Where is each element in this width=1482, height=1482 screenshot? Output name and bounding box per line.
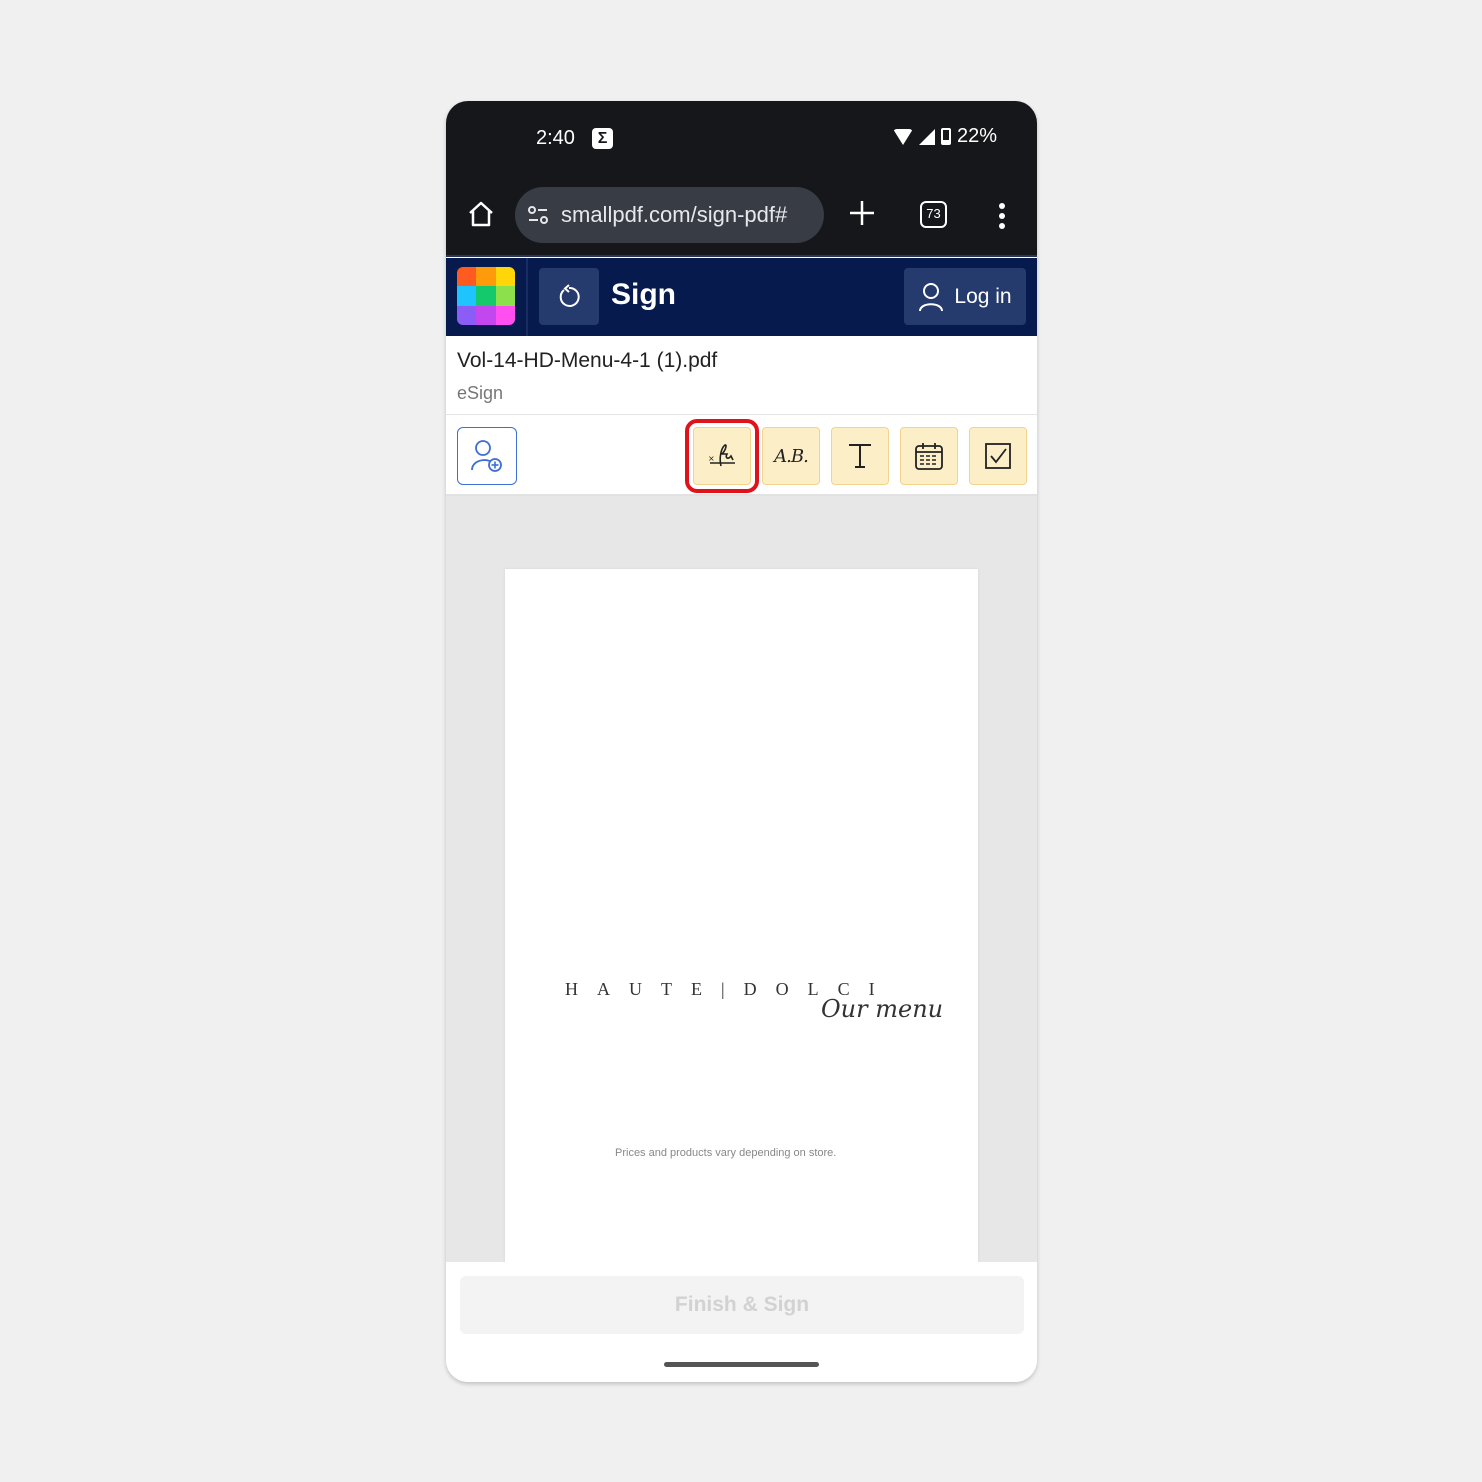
browser-toolbar: smallpdf.com/sign-pdf# 73	[446, 177, 1037, 257]
document-fineprint: Prices and products vary depending on st…	[615, 1147, 837, 1159]
wifi-icon	[892, 128, 913, 145]
bottom-bar: Finish & Sign	[446, 1262, 1037, 1382]
calendar-icon	[915, 443, 943, 470]
file-name: Vol-14-HD-Menu-4-1 (1).pdf	[457, 349, 718, 372]
initials-tool-button[interactable]: A.B.	[762, 427, 820, 485]
header-divider	[526, 258, 528, 336]
battery-percent: 22%	[956, 125, 997, 147]
signature-icon: ×	[708, 444, 735, 467]
file-subtitle: eSign	[457, 383, 504, 403]
logo-cell	[476, 305, 496, 325]
file-info: Vol-14-HD-Menu-4-1 (1).pdf eSign	[446, 336, 1037, 415]
signature-tool-button[interactable]: ×	[685, 419, 759, 493]
document-viewer[interactable]: HAUTE|DOLCI Our menu Prices and products…	[446, 496, 1037, 1269]
checkbox-tool-button[interactable]	[969, 427, 1027, 485]
status-time: 2:40	[536, 127, 575, 149]
phone-screen: 2:40 Σ 22% smallpdf.com/sign-pdf# 73 Sig…	[446, 101, 1037, 1382]
text-icon	[849, 444, 871, 468]
address-bar[interactable]: smallpdf.com/sign-pdf#	[515, 187, 824, 243]
undo-button[interactable]	[539, 268, 599, 325]
url-text[interactable]: smallpdf.com/sign-pdf#	[561, 202, 787, 228]
app-header: Sign Log in	[446, 258, 1037, 336]
logo-cell	[495, 305, 515, 325]
smallpdf-logo[interactable]	[457, 267, 515, 325]
status-bar: 2:40 Σ 22%	[446, 101, 1037, 177]
logo-cell	[495, 267, 515, 287]
initials-icon: A.B.	[774, 445, 809, 467]
sign-toolbar: × A.B.	[446, 416, 1037, 496]
gesture-home-indicator[interactable]	[664, 1362, 819, 1367]
checkbox-icon	[985, 443, 1011, 469]
battery-icon	[940, 128, 951, 145]
tab-switcher-button[interactable]: 73	[920, 201, 947, 228]
pdf-page[interactable]: HAUTE|DOLCI Our menu Prices and products…	[505, 569, 978, 1269]
home-icon[interactable]	[466, 199, 496, 229]
logo-cell	[457, 267, 477, 287]
page-title: Sign	[611, 278, 676, 311]
document-script-title: Our menu	[821, 995, 944, 1023]
date-tool-button[interactable]	[900, 427, 958, 485]
finish-sign-button[interactable]: Finish & Sign	[460, 1276, 1024, 1334]
logo-cell	[457, 305, 477, 325]
sigma-icon: Σ	[592, 128, 613, 149]
user-icon	[919, 282, 944, 311]
add-signer-button[interactable]	[457, 427, 517, 485]
svg-text:×: ×	[708, 454, 715, 463]
logo-cell	[457, 286, 477, 306]
undo-icon	[559, 283, 580, 307]
logo-cell	[476, 286, 496, 306]
login-label: Log in	[954, 284, 1012, 308]
text-tool-button[interactable]	[831, 427, 889, 485]
more-options-icon[interactable]	[998, 203, 1006, 229]
login-button[interactable]: Log in	[904, 268, 1026, 325]
add-user-icon	[471, 440, 502, 472]
signal-icon	[918, 128, 935, 145]
new-tab-icon[interactable]	[848, 199, 876, 227]
site-settings-icon[interactable]	[527, 204, 549, 226]
logo-cell	[495, 286, 515, 306]
status-icons: 22%	[892, 125, 997, 148]
logo-cell	[476, 267, 496, 287]
